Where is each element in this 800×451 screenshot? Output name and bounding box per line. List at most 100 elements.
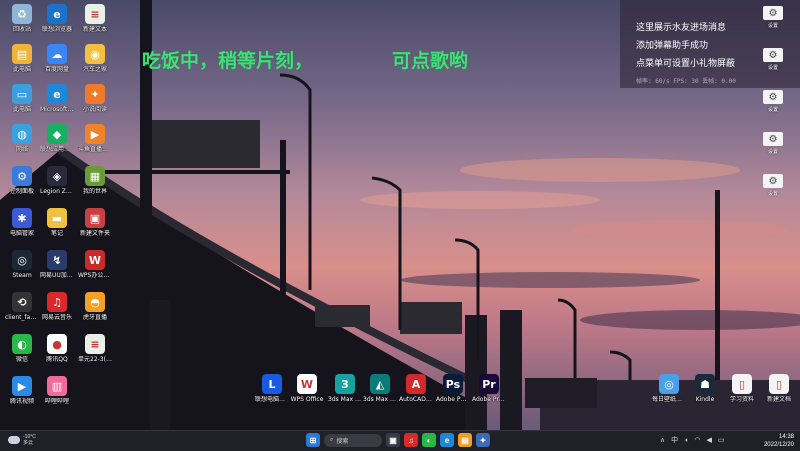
doc-2-icon: ▯ bbox=[769, 374, 789, 394]
desktop-icon-autocad[interactable]: A AutoCAD 2020 - 简... bbox=[399, 374, 433, 403]
desktop-icon-label: 斗鱼直播伴侣 bbox=[78, 146, 112, 153]
right-widget-3[interactable]: ⚙ 设置 bbox=[760, 90, 786, 113]
task-view-icon[interactable]: ▣ bbox=[386, 433, 400, 447]
stream-status-text: 帧率: 60/s FPS: 30 丢帧: 0.00 bbox=[636, 78, 736, 85]
live-app-taskbar-icon[interactable]: ✦ bbox=[476, 433, 490, 447]
desktop-icon-wechat[interactable]: ◐ 微信 bbox=[5, 334, 39, 363]
desktop-icon-app-orange[interactable]: ✦ 小说阅读 bbox=[78, 84, 112, 113]
desktop-icon-label: Adobe Photosho... bbox=[436, 396, 470, 403]
desktop-icon-netease-acc[interactable]: ↯ 网易UU加速器 bbox=[40, 250, 74, 279]
desktop-icon-premiere[interactable]: Pr Adobe Premiere P... bbox=[472, 374, 506, 403]
desktop-icon-label: 每日壁纸助手 bbox=[652, 396, 686, 403]
file-explorer-icon[interactable]: ▤ bbox=[458, 433, 472, 447]
kindle-icon: ☗ bbox=[695, 374, 715, 394]
tencent-video-icon: ▶ bbox=[12, 376, 32, 396]
desktop-icon-lenovo-manager[interactable]: L 联想电脑管家 bbox=[255, 374, 289, 403]
desktop-icon-label: Legion Zone bbox=[40, 188, 74, 195]
desktop-icon-control-panel[interactable]: ⚙ 控制面板 bbox=[5, 166, 39, 195]
doc-file-2-icon: ≡ bbox=[85, 334, 105, 354]
desktop-icon-edge-legacy[interactable]: e 联想浏览器 bbox=[40, 4, 74, 33]
taskbar-search[interactable]: ⌕ 搜索 bbox=[324, 433, 382, 447]
right-widget-2[interactable]: ⚙ 设置 bbox=[760, 48, 786, 71]
volume-icon[interactable]: ◀ bbox=[706, 436, 711, 444]
premiere-icon: Pr bbox=[479, 374, 499, 394]
right-widget-4[interactable]: ⚙ 设置 bbox=[760, 132, 786, 155]
doc-1-icon: ▯ bbox=[732, 374, 752, 394]
widget-label: 设置 bbox=[767, 23, 778, 29]
desktop-icon-wps-office[interactable]: W WPS办公助手 bbox=[78, 250, 112, 279]
gear-icon: ⚙ bbox=[763, 90, 783, 104]
desktop-icon-wps[interactable]: W WPS Office bbox=[290, 374, 324, 403]
desktop-icon-label: 小说阅读 bbox=[82, 106, 107, 113]
gear-icon: ⚙ bbox=[763, 132, 783, 146]
desktop-icon-label: 微信 bbox=[15, 356, 28, 363]
app-red-icon: ▣ bbox=[85, 208, 105, 228]
desktop-icon-app-red[interactable]: ▣ 新建文件夹 bbox=[78, 208, 112, 237]
files-icon: ▤ bbox=[12, 44, 32, 64]
desktop-icon-client-fast[interactable]: ⟲ client_fast-快捷方式 bbox=[5, 292, 39, 321]
taskbar-clock[interactable]: 14:38 2022/12/20 bbox=[762, 433, 794, 449]
desktop-icon-label: Steam bbox=[12, 272, 32, 279]
desktop-icon-app-video[interactable]: ▶ 斗鱼直播伴侣 bbox=[78, 124, 112, 153]
desktop-icon-folder-notes[interactable]: ▬ 笔记 bbox=[40, 208, 74, 237]
right-widget-5[interactable]: ⚙ 设置 bbox=[760, 174, 786, 197]
desktop-icon-huya[interactable]: ◓ 虎牙直播 bbox=[78, 292, 112, 321]
desktop-icon-label: Microsoft Edge bbox=[40, 106, 74, 113]
recycle-bin-icon: ♻ bbox=[12, 4, 32, 24]
desktop-icon-app-tiger[interactable]: ◉ 汽车之家 bbox=[78, 44, 112, 73]
netease-music-taskbar-icon[interactable]: ♫ bbox=[404, 433, 418, 447]
notification-item: 添加弹幕助手成功 bbox=[636, 41, 709, 51]
desktop-icon-qq[interactable]: ● 腾讯QQ bbox=[40, 334, 74, 363]
desktop-icon-doc-file-2[interactable]: ≡ 单元22-3(1) bbox=[78, 334, 112, 363]
desktop-icon-label: 汽车之家 bbox=[82, 66, 107, 73]
desktop-icon-bilibili[interactable]: ▥ 哔哩哔哩 bbox=[40, 376, 74, 405]
desktop-icon-3dsmax-2014[interactable]: ◭ 3ds Max 2014 - S... bbox=[363, 374, 397, 403]
desktop-icon-netease-music[interactable]: ♫ 网易云音乐 bbox=[40, 292, 74, 321]
lenovo-manager-icon: L bbox=[262, 374, 282, 394]
desktop-icon-computer[interactable]: ▭ 此电脑 bbox=[5, 84, 39, 113]
desktop-icon-minecraft[interactable]: ▦ 我的世界 bbox=[78, 166, 112, 195]
taskbar: -10°C 多云 ⊞ ⌕ 搜索 ▣ ♫ ◐ e ▤ ✦ ∧ 中 ◖ ◠ ◀ ▭ … bbox=[0, 430, 800, 451]
chevron-up-icon[interactable]: ∧ bbox=[660, 436, 665, 444]
desktop-icon-3dsmax-2018[interactable]: 3 3ds Max 2018 - S... bbox=[328, 374, 362, 403]
desktop-icon-label: 新建文档 bbox=[766, 396, 791, 403]
app-circle-icon: ◎ bbox=[659, 374, 679, 394]
desktop-icon-network[interactable]: ◍ 网络 bbox=[5, 124, 39, 153]
desktop-icon-app-circle[interactable]: ◎ 每日壁纸助手 bbox=[652, 374, 686, 403]
desktop-icon-recycle-bin[interactable]: ♻ 回收站 bbox=[5, 4, 39, 33]
wps-office-icon: W bbox=[85, 250, 105, 270]
gear-icon: ⚙ bbox=[763, 48, 783, 62]
desktop-icon-label: 笔记 bbox=[50, 230, 63, 237]
edge-taskbar-icon[interactable]: e bbox=[440, 433, 454, 447]
3dsmax-2014-icon: ◭ bbox=[370, 374, 390, 394]
desktop-icon-kindle[interactable]: ☗ Kindle bbox=[688, 374, 722, 403]
battery-icon[interactable]: ▭ bbox=[718, 436, 725, 444]
desktop-icon-photoshop[interactable]: Ps Adobe Photosho... bbox=[436, 374, 470, 403]
desktop-icon-screen-rec[interactable]: ✱ 电脑管家 bbox=[5, 208, 39, 237]
desktop-icon-steam[interactable]: ◎ Steam bbox=[5, 250, 39, 279]
netease-acc-icon: ↯ bbox=[47, 250, 67, 270]
start-windows-icon[interactable]: ⊞ bbox=[306, 433, 320, 447]
gear-icon: ⚙ bbox=[763, 174, 783, 188]
desktop-icon-label: 网络 bbox=[15, 146, 28, 153]
screen-rec-icon: ✱ bbox=[12, 208, 32, 228]
desktop-icon-tencent-video[interactable]: ▶ 腾讯视频 bbox=[5, 376, 39, 405]
weather-widget[interactable]: -10°C 多云 bbox=[8, 434, 36, 446]
desktop-icon-legion[interactable]: ◈ Legion Zone bbox=[40, 166, 74, 195]
desktop-icon-doc-2[interactable]: ▯ 新建文档 bbox=[762, 374, 796, 403]
desktop-icon-doc-file[interactable]: ≡ 新建文本 bbox=[78, 4, 112, 33]
wifi-icon[interactable]: ◠ bbox=[694, 436, 700, 444]
microphone-icon[interactable]: ◖ bbox=[684, 437, 688, 444]
desktop-icon-label: 单元22-3(1) bbox=[78, 356, 112, 363]
app-tiger-icon: ◉ bbox=[85, 44, 105, 64]
desktop-icon-files[interactable]: ▤ 此电脑 bbox=[5, 44, 39, 73]
desktop-icon-edge[interactable]: e Microsoft Edge bbox=[40, 84, 74, 113]
desktop-icon-label: 联想应用商店 bbox=[40, 146, 74, 153]
desktop-icon-lenovo-store[interactable]: ◆ 联想应用商店 bbox=[40, 124, 74, 153]
ime-indicator[interactable]: 中 bbox=[671, 435, 678, 445]
desktop-icon-baidu-netdisk[interactable]: ☁ 百度网盘 bbox=[40, 44, 74, 73]
widget-label: 设置 bbox=[767, 149, 778, 155]
desktop-icon-doc-1[interactable]: ▯ 学习资料 bbox=[725, 374, 759, 403]
wechat-taskbar-icon[interactable]: ◐ bbox=[422, 433, 436, 447]
right-widget-1[interactable]: ⚙ 设置 bbox=[760, 6, 786, 29]
